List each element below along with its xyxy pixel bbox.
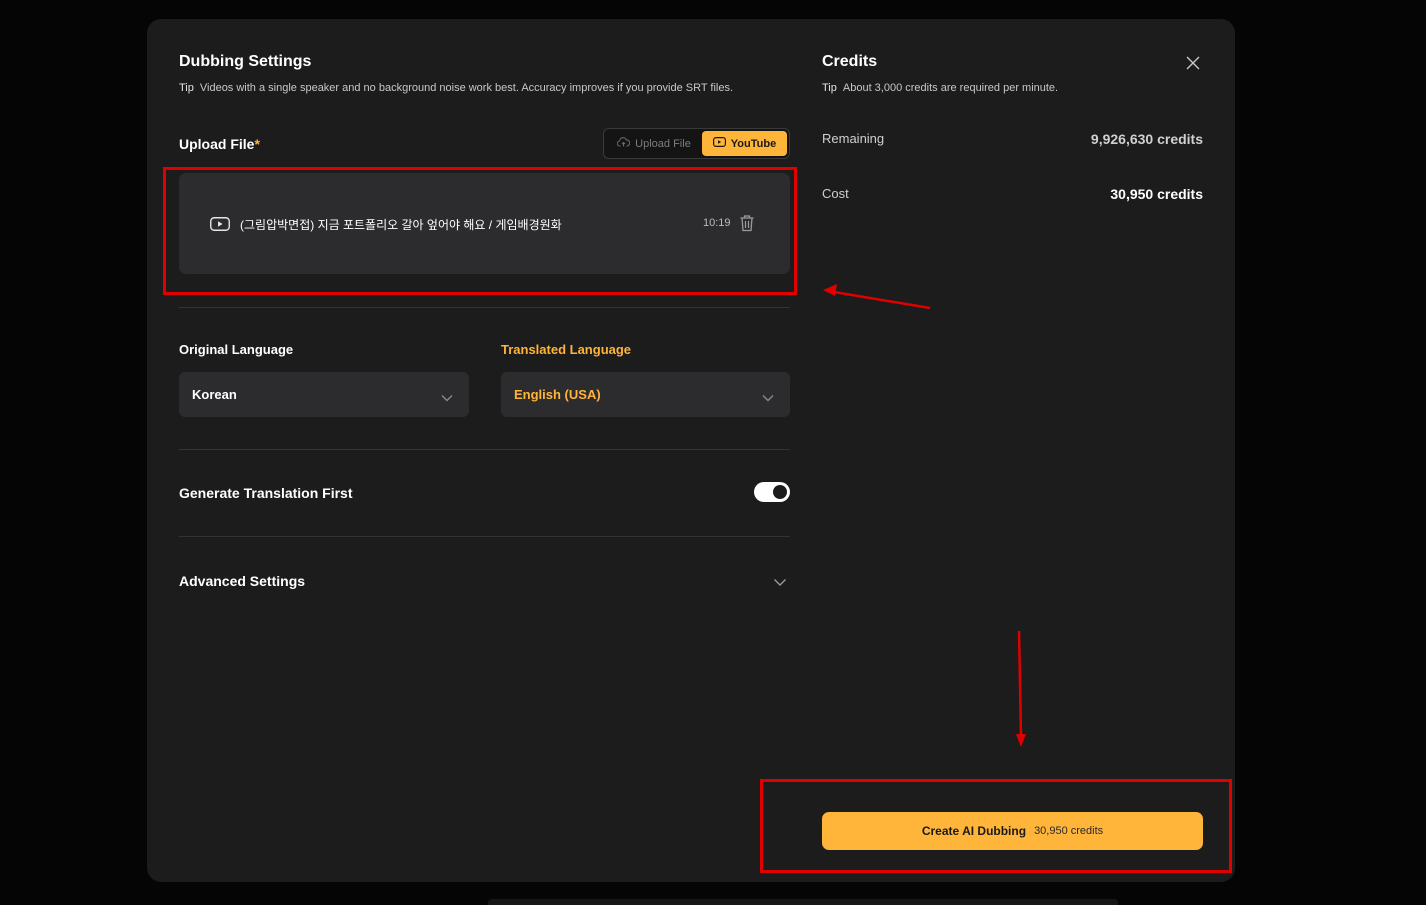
divider <box>179 307 790 308</box>
translated-language-value: English (USA) <box>514 387 601 402</box>
original-language-label: Original Language <box>179 342 294 357</box>
credits-tip: Tip About 3,000 credits are required per … <box>822 82 1058 94</box>
cost-label: Cost <box>822 186 849 201</box>
play-icon[interactable] <box>210 217 230 236</box>
dubbing-tip: Tip Videos with a single speaker and no b… <box>179 82 733 94</box>
required-mark: * <box>254 136 260 152</box>
upload-file-tab-label: Upload File <box>635 137 691 150</box>
cost-value: 30,950 credits <box>1110 186 1203 202</box>
close-icon[interactable] <box>1185 55 1201 76</box>
cloud-upload-icon <box>616 137 631 150</box>
upload-file-tab[interactable]: Upload File <box>606 131 702 156</box>
toggle-knob <box>773 485 787 499</box>
remaining-label: Remaining <box>822 131 885 146</box>
original-language-value: Korean <box>192 387 237 402</box>
bottom-bar <box>488 899 1118 905</box>
tip-label: Tip <box>179 82 194 94</box>
generate-translation-toggle[interactable] <box>754 482 790 502</box>
translated-language-select[interactable]: English (USA) <box>501 372 790 417</box>
tip-text: Videos with a single speaker and no back… <box>199 82 734 94</box>
original-language-select[interactable]: Korean <box>179 372 469 417</box>
trash-icon[interactable] <box>739 214 755 237</box>
divider <box>179 536 790 537</box>
file-name: (그림압박면접) 지금 포트폴리오 갈아 엎어야 해요 / 게임배경원화 <box>240 218 562 232</box>
chevron-down-icon <box>441 389 453 407</box>
upload-file-label-text: Upload File <box>179 136 255 152</box>
dubbing-settings-title: Dubbing Settings <box>179 53 312 70</box>
remaining-value: 9,926,630 credits <box>1090 131 1203 147</box>
file-duration: 10:19 <box>703 217 731 229</box>
create-ai-dubbing-button[interactable]: Create AI Dubbing 30,950 credits <box>822 812 1203 850</box>
generate-translation-label: Generate Translation First <box>179 485 353 501</box>
chevron-down-icon[interactable] <box>773 574 787 592</box>
translated-language-label: Translated Language <box>501 342 632 357</box>
dubbing-modal: Dubbing Settings Tip Videos with a single… <box>147 19 1235 882</box>
source-toggle: Upload File YouTube <box>603 128 790 159</box>
youtube-tab[interactable]: YouTube <box>702 131 787 156</box>
tip-text: About 3,000 credits are required per min… <box>842 82 1059 94</box>
youtube-tab-label: YouTube <box>730 137 777 150</box>
uploaded-file-card: (그림압박면접) 지금 포트폴리오 갈아 엎어야 해요 / 게임배경원화 10:… <box>179 173 790 274</box>
chevron-down-icon <box>762 389 774 407</box>
divider <box>179 449 790 450</box>
credits-title: Credits <box>822 53 878 70</box>
create-button-label: Create AI Dubbing <box>921 824 1027 838</box>
advanced-settings-label[interactable]: Advanced Settings <box>179 573 305 589</box>
create-button-cost: 30,950 credits <box>1034 825 1104 837</box>
tip-label: Tip <box>822 82 837 94</box>
upload-file-label: Upload File* <box>179 136 260 152</box>
youtube-icon <box>712 137 726 150</box>
